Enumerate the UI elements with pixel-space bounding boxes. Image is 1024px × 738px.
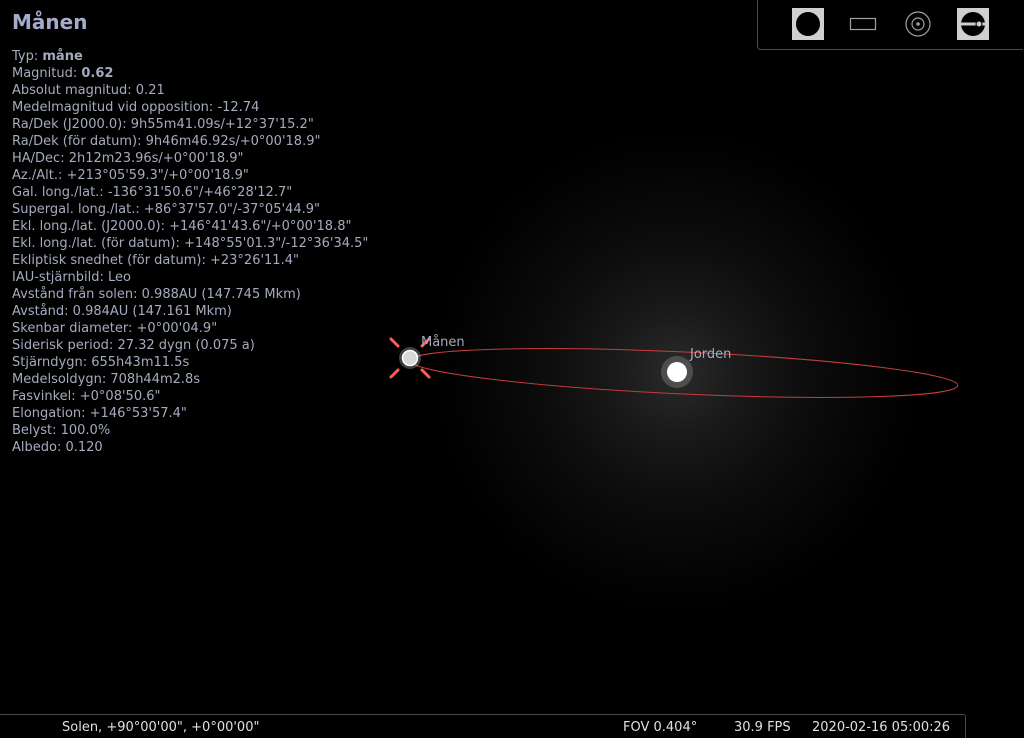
info-row-label: Siderisk period: [12,338,118,353]
info-row-value: +146°53'57.4" [89,406,187,421]
info-row-value: 100.0% [60,423,111,438]
horizon-icon [960,12,986,36]
object-title: Månen [12,10,88,34]
info-row: Supergal. long./lat.: +86°37'57.0"/-37°0… [12,201,368,218]
filled-circle-icon [796,12,820,36]
info-row-value: 27.32 dygn (0.075 a) [117,338,255,353]
target-view-button[interactable] [902,8,934,40]
info-row: Az./Alt.: +213°05'59.3"/+0°00'18.9" [12,167,368,184]
info-row-label: HA/Dec: [12,151,69,166]
info-row-label: Ekl. long./lat. (för datum): [12,236,185,251]
datetime-readout[interactable]: 2020-02-16 05:00:26 [812,720,950,735]
earth-label[interactable]: Jorden [690,347,731,362]
info-row-label: Supergal. long./lat.: [12,202,144,217]
info-row-value: 0.984AU (147.161 Mkm) [72,304,232,319]
fov-readout: FOV 0.404° [623,720,698,735]
info-row: Avstånd från solen: 0.988AU (147.745 Mkm… [12,286,368,303]
info-row-value: 9h55m41.09s/+12°37'15.2" [130,117,314,132]
info-row-label: Magnitud: [12,66,82,81]
info-row-value: 0.62 [81,66,114,81]
info-row: Skenbar diameter: +0°00'04.9" [12,320,368,337]
sky-view[interactable]: Månen Jorden Månen Typ: måne Magnitud: 0.… [0,0,1024,738]
info-row-label: Ra/Dek (J2000.0): [12,117,131,132]
status-bar: Solen, +90°00'00", +0°00'00" FOV 0.404° … [0,714,966,738]
info-row-label: Skenbar diameter: [12,321,137,336]
info-row: Avstånd: 0.984AU (147.161 Mkm) [12,303,368,320]
info-row-label: Ekl. long./lat. (J2000.0): [12,219,170,234]
location-readout[interactable]: Solen, +90°00'00", +0°00'00" [62,720,259,735]
horizon-view-button[interactable] [957,8,989,40]
info-row-value: +148°55'01.3"/-12°36'34.5" [184,236,369,251]
info-row-value: Leo [107,270,131,285]
info-row-label: Avstånd från solen: [12,287,142,302]
info-row: Ra/Dek (J2000.0): 9h55m41.09s/+12°37'15.… [12,116,368,133]
info-row-value: +0°00'04.9" [136,321,218,336]
object-info-list: Typ: måne Magnitud: 0.62 Absolut magnitud:… [12,48,368,456]
info-row: Magnitud: 0.62 [12,65,368,82]
info-row: Belyst: 100.0% [12,422,368,439]
info-row-label: Ekliptisk snedhet (för datum): [12,253,210,268]
info-row-label: Typ: [12,49,43,64]
info-row: IAU-stjärnbild: Leo [12,269,368,286]
info-row-value: +86°37'57.0"/-37°05'44.9" [143,202,320,217]
info-row-label: Avstånd: [12,304,73,319]
info-row: Ra/Dek (för datum): 9h46m46.92s/+0°00'18… [12,133,368,150]
info-row-value: +23°26'11.4" [209,253,299,268]
info-row: Elongation: +146°53'57.4" [12,405,368,422]
info-row-label: Elongation: [12,406,90,421]
info-row-label: Medelsoldygn: [12,372,111,387]
info-row-label: Belyst: [12,423,61,438]
info-row: Absolut magnitud: 0.21 [12,82,368,99]
fps-readout: 30.9 FPS [734,720,791,735]
info-row: Medelsoldygn: 708h44m2.8s [12,371,368,388]
info-row: Ekl. long./lat. (för datum): +148°55'01.… [12,235,368,252]
info-row-label: Fasvinkel: [12,389,80,404]
info-row-label: Medelmagnitud vid opposition: [12,100,218,115]
info-row-label: IAU-stjärnbild: [12,270,108,285]
info-row-label: Albedo: [12,440,66,455]
target-icon [905,11,931,37]
info-row-label: Az./Alt.: [12,168,67,183]
info-row-value: +213°05'59.3"/+0°00'18.9" [66,168,249,183]
info-row-value: 2h12m23.96s/+0°00'18.9" [68,151,244,166]
info-row: Gal. long./lat.: -136°31'50.6"/+46°28'12… [12,184,368,201]
info-row: HA/Dec: 2h12m23.96s/+0°00'18.9" [12,150,368,167]
info-row-value: 0.120 [65,440,103,455]
info-row: Typ: måne [12,48,368,65]
info-row-value: +0°08'50.6" [79,389,161,404]
planet-view-button[interactable] [792,8,824,40]
info-row: Ekl. long./lat. (J2000.0): +146°41'43.6"… [12,218,368,235]
info-row-label: Stjärndygn: [12,355,92,370]
info-row-value: +146°41'43.6"/+0°00'18.8" [169,219,352,234]
info-row: Ekliptisk snedhet (för datum): +23°26'11… [12,252,368,269]
info-row: Medelmagnitud vid opposition: -12.74 [12,99,368,116]
rectangle-view-button[interactable] [847,8,879,40]
info-row-value: 9h46m46.92s/+0°00'18.9" [145,134,321,149]
info-row-label: Gal. long./lat.: [12,185,108,200]
moon-body[interactable] [401,349,419,367]
info-row: Fasvinkel: +0°08'50.6" [12,388,368,405]
moon-label[interactable]: Månen [421,335,465,350]
info-row-value: -136°31'50.6"/+46°28'12.7" [107,185,293,200]
rectangle-icon [849,17,877,31]
info-row-label: Ra/Dek (för datum): [12,134,146,149]
info-row-value: -12.74 [217,100,260,115]
info-row-label: Absolut magnitud: [12,83,136,98]
info-row-value: 708h44m2.8s [110,372,201,387]
earth-body[interactable] [667,362,687,382]
info-row: Stjärndygn: 655h43m11.5s [12,354,368,371]
info-row-value: måne [42,49,83,64]
info-row: Albedo: 0.120 [12,439,368,456]
info-row: Siderisk period: 27.32 dygn (0.075 a) [12,337,368,354]
info-row-value: 655h43m11.5s [91,355,190,370]
info-row-value: 0.21 [135,83,165,98]
info-row-value: 0.988AU (147.745 Mkm) [141,287,301,302]
view-toolbar [757,0,1023,50]
